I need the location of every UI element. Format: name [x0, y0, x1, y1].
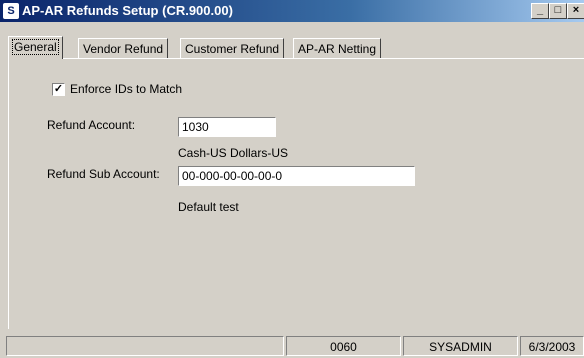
tab-general-label: General — [12, 39, 59, 55]
refund-account-input[interactable] — [178, 117, 276, 137]
tab-ap-ar-netting[interactable]: AP-AR Netting — [293, 38, 382, 59]
status-message — [6, 336, 284, 356]
tab-ap-ar-netting-label: AP-AR Netting — [298, 42, 377, 56]
tab-vendor-refund-label: Vendor Refund — [83, 42, 164, 56]
status-user: SYSADMIN — [403, 336, 518, 356]
refund-sub-account-label: Refund Sub Account: — [47, 167, 160, 181]
close-button[interactable]: × — [567, 3, 584, 19]
app-icon[interactable]: S — [3, 3, 19, 19]
maximize-button[interactable]: □ — [549, 3, 567, 19]
status-date: 6/3/2003 — [520, 336, 584, 356]
enforce-ids-label[interactable]: Enforce IDs to Match — [70, 82, 182, 96]
tab-vendor-refund[interactable]: Vendor Refund — [78, 38, 169, 59]
status-bar: 0060 SYSADMIN 6/3/2003 — [0, 336, 584, 358]
enforce-ids-checkbox[interactable]: ✓ — [52, 83, 65, 96]
refund-account-label: Refund Account: — [47, 118, 136, 132]
tab-customer-refund-label: Customer Refund — [185, 42, 280, 56]
general-tab-panel — [8, 58, 584, 329]
refund-sub-account-input[interactable] — [178, 166, 415, 186]
status-company: 0060 — [286, 336, 401, 356]
window-title: AP-AR Refunds Setup (CR.900.00) — [22, 3, 233, 18]
tab-customer-refund[interactable]: Customer Refund — [180, 38, 285, 59]
refund-account-description: Cash-US Dollars-US — [178, 146, 289, 160]
tab-general[interactable]: General — [8, 36, 63, 59]
minimize-button[interactable]: _ — [531, 3, 549, 19]
window: S AP-AR Refunds Setup (CR.900.00) _ □ × … — [0, 0, 584, 358]
title-bar[interactable]: S AP-AR Refunds Setup (CR.900.00) _ □ × — [0, 0, 584, 22]
refund-sub-account-description: Default test — [178, 200, 239, 214]
